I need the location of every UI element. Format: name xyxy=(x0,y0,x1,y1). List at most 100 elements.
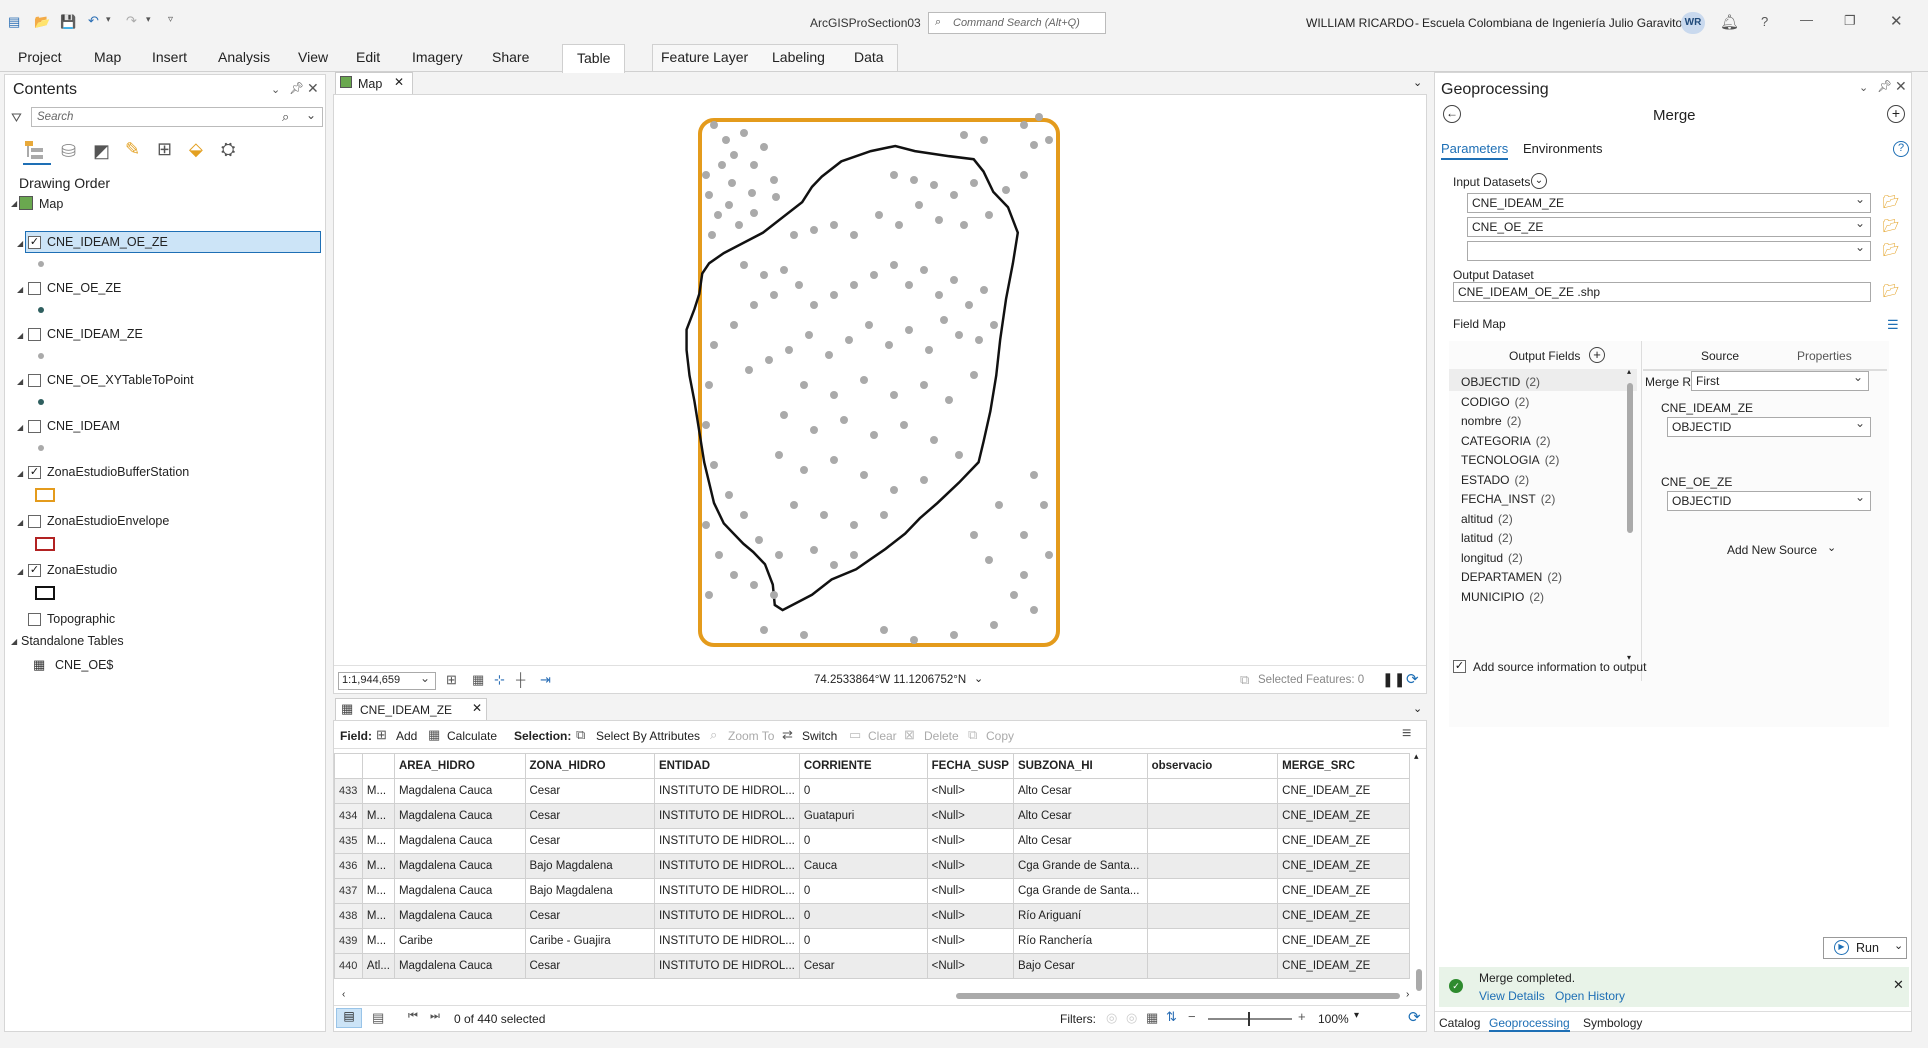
table-cell[interactable]: Caribe - Guajira xyxy=(524,928,655,954)
tab-project[interactable]: Project xyxy=(18,49,62,65)
scroll-thumb[interactable] xyxy=(1627,383,1633,533)
layer-label[interactable]: CNE_IDEAM xyxy=(47,419,120,433)
refresh-icon[interactable]: ⟳ xyxy=(1406,670,1419,688)
field-list-scrollbar[interactable]: ▴ ▾ xyxy=(1627,367,1633,679)
column-header[interactable]: AREA_HIDRO xyxy=(393,753,526,779)
table-cell[interactable]: Magdalena Cauca xyxy=(393,803,526,829)
expand-layer-icon[interactable]: ◢ xyxy=(17,377,23,386)
output-field-item[interactable]: FECHA_INST (2) xyxy=(1461,492,1555,506)
table-cell[interactable] xyxy=(1146,828,1279,854)
expand-map-icon[interactable]: ◢ xyxy=(11,199,17,208)
back-icon[interactable]: ← xyxy=(1443,105,1461,123)
horizontal-scrollbar[interactable]: ‹ › xyxy=(342,989,1412,1001)
table-cell[interactable]: 0 xyxy=(798,778,928,804)
column-header[interactable]: FECHA_SUSP xyxy=(926,753,1014,779)
table-cell[interactable]: Cauca xyxy=(798,853,928,879)
scroll-right-icon[interactable]: › xyxy=(1406,989,1409,1000)
expand-layer-icon[interactable]: ◢ xyxy=(17,331,23,340)
scroll-thumb[interactable] xyxy=(956,993,1400,999)
table-cell[interactable]: M... xyxy=(361,878,395,904)
table-cell[interactable]: Cesar xyxy=(524,828,655,854)
view-details-link[interactable]: View Details xyxy=(1479,989,1545,1003)
sort-icon[interactable]: ⇅ xyxy=(1166,1009,1177,1025)
close-tab-icon[interactable]: ✕ xyxy=(472,701,482,715)
table-cell[interactable]: INSTITUTO DE HIDROL... xyxy=(653,903,800,929)
input-dataset-dropdown[interactable]: CNE_OE_ZE xyxy=(1467,216,1871,237)
help-icon[interactable]: ? xyxy=(1893,141,1909,157)
zoom-in-icon[interactable]: + xyxy=(1298,1009,1306,1024)
table-cell[interactable] xyxy=(1146,953,1279,979)
field-map-options-icon[interactable]: ☰ xyxy=(1887,317,1899,333)
customize-toolbar-icon[interactable]: ▿ xyxy=(168,14,173,25)
layer-label[interactable]: CNE_IDEAM_ZE xyxy=(47,327,143,341)
tab-properties[interactable]: Properties xyxy=(1797,349,1852,363)
attribute-table[interactable]: AREA_HIDRO ZONA_HIDRO ENTIDAD CORRIENTE … xyxy=(334,753,1410,979)
table-cell[interactable]: 0 xyxy=(798,878,928,904)
row-number-cell[interactable]: 434 xyxy=(334,803,363,829)
tab-edit[interactable]: Edit xyxy=(356,49,380,65)
layer-visibility-checkbox[interactable]: ✓ xyxy=(28,236,41,249)
calculate-button[interactable]: Calculate xyxy=(447,729,497,743)
table-menu-icon[interactable]: ≡ xyxy=(1402,725,1411,743)
row-number-cell[interactable]: 439 xyxy=(334,928,363,954)
table-row[interactable]: 434 M... Magdalena Cauca Cesar INSTITUTO DE … xyxy=(334,803,1410,829)
run-dropdown-icon[interactable]: ⌄ xyxy=(1894,939,1903,952)
tab-insert[interactable]: Insert xyxy=(152,49,187,65)
standalone-table-label[interactable]: CNE_OE$ xyxy=(55,658,113,672)
run-button[interactable]: ▶ Run ⌄ xyxy=(1823,937,1907,959)
output-field-item[interactable]: TECNOLOGIA (2) xyxy=(1461,453,1559,467)
layer-label[interactable]: Topographic xyxy=(47,612,115,626)
layer-label[interactable]: ZonaEstudioEnvelope xyxy=(47,514,169,528)
expand-layer-icon[interactable]: ◢ xyxy=(17,518,23,527)
table-row[interactable]: 437 M... Magdalena Cauca Bajo Magdalena INST… xyxy=(334,878,1410,904)
scroll-left-icon[interactable]: ‹ xyxy=(342,989,345,1000)
chevron-down-icon[interactable]: ⌄ xyxy=(1827,541,1836,554)
table-cell[interactable]: Guatapuri xyxy=(798,803,928,829)
output-dataset-input[interactable]: CNE_IDEAM_OE_ZE .shp xyxy=(1453,282,1871,302)
table-cell[interactable] xyxy=(1146,853,1279,879)
output-field-item[interactable]: latitud (2) xyxy=(1461,531,1513,545)
table-cell[interactable]: CNE_IDEAM_ZE xyxy=(1277,878,1410,904)
close-message-icon[interactable]: ✕ xyxy=(1893,977,1904,993)
table-row[interactable]: 440 Atl... Magdalena Cauca Cesar INSTITUTO D… xyxy=(334,953,1410,979)
select-by-attributes-button[interactable]: Select By Attributes xyxy=(596,729,700,743)
column-header[interactable]: observacio xyxy=(1146,753,1279,779)
close-window-icon[interactable]: ✕ xyxy=(1890,12,1903,30)
table-cell[interactable]: Magdalena Cauca xyxy=(393,828,526,854)
table-cell[interactable]: CNE_IDEAM_ZE xyxy=(1277,778,1410,804)
table-cell[interactable]: INSTITUTO DE HIDROL... xyxy=(653,878,800,904)
merge-rule-dropdown[interactable]: First xyxy=(1691,370,1869,391)
contents-search-input[interactable]: Search ⌕ ⌄ xyxy=(31,107,323,127)
table-cell[interactable]: CNE_IDEAM_ZE xyxy=(1277,953,1410,979)
table-cell[interactable] xyxy=(1146,803,1279,829)
clear-button[interactable]: Clear xyxy=(868,729,897,743)
row-number-cell[interactable]: 435 xyxy=(334,828,363,854)
map-canvas[interactable] xyxy=(334,95,1426,665)
zoom-out-icon[interactable]: − xyxy=(1188,1009,1196,1024)
tab-labeling[interactable]: Labeling xyxy=(772,49,825,65)
table-cell[interactable]: INSTITUTO DE HIDROL... xyxy=(653,928,800,954)
open-history-link[interactable]: Open History xyxy=(1555,989,1625,1003)
filter-selection-icon[interactable]: ◎ xyxy=(1126,1010,1137,1026)
tab-analysis[interactable]: Analysis xyxy=(218,49,270,65)
table-cell[interactable]: Río Ariguaní xyxy=(1012,903,1148,929)
pane-options-icon[interactable]: ⌄ xyxy=(1859,81,1868,94)
refresh-icon[interactable]: ⟳ xyxy=(1408,1008,1421,1026)
table-cell[interactable]: M... xyxy=(361,903,395,929)
filter-extent-icon[interactable]: ◎ xyxy=(1106,1010,1117,1026)
browse-folder-icon[interactable]: 📂︎ xyxy=(1883,194,1900,210)
close-pane-icon[interactable]: ✕ xyxy=(307,80,319,97)
add-source-info-checkbox[interactable]: ✓ xyxy=(1453,660,1466,673)
row-number-cell[interactable]: 436 xyxy=(334,853,363,879)
output-field-item[interactable]: OBJECTID (2) xyxy=(1461,375,1540,389)
tab-symbology[interactable]: Symbology xyxy=(1583,1016,1642,1030)
zoom-dropdown-icon[interactable]: ▾ xyxy=(1354,1010,1359,1021)
table-cell[interactable]: CNE_IDEAM_ZE xyxy=(1277,928,1410,954)
layer-visibility-checkbox[interactable] xyxy=(28,282,41,295)
pause-drawing-icon[interactable]: ❚❚ xyxy=(1382,671,1405,688)
table-cell[interactable]: M... xyxy=(361,928,395,954)
table-cell[interactable]: M... xyxy=(361,778,395,804)
table-cell[interactable]: Alto Cesar xyxy=(1012,803,1148,829)
tab-options-icon[interactable]: ⌄ xyxy=(1413,702,1422,715)
expand-layer-icon[interactable]: ◢ xyxy=(17,423,23,432)
